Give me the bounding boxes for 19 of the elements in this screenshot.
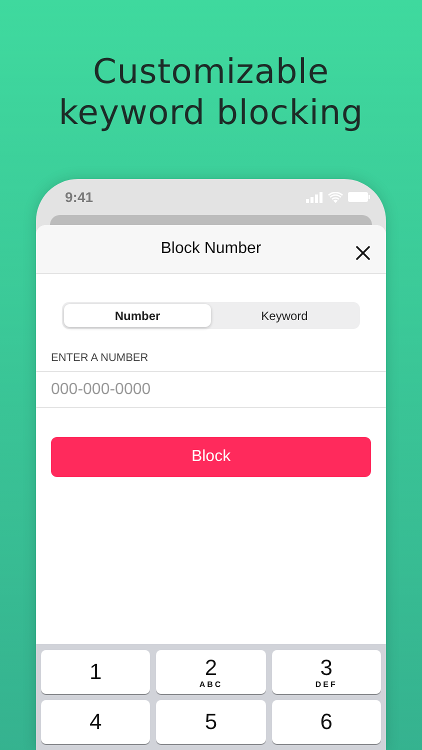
keypad-key[interactable]: 1: [41, 650, 150, 694]
keypad-key[interactable]: 4: [41, 700, 150, 744]
segment-tab[interactable]: Number: [64, 304, 211, 328]
keypad-key[interactable]: 6: [272, 700, 381, 744]
wifi-icon: [328, 192, 343, 202]
headline: keyword blocking: [58, 93, 364, 134]
close-icon[interactable]: [356, 246, 370, 260]
sheet-title: Block Number: [160, 240, 262, 258]
segment-tab[interactable]: Keyword: [211, 304, 358, 328]
signal-icon: [306, 192, 323, 202]
headline: Customizable: [92, 52, 330, 93]
keypad-key[interactable]: 3 DEF: [272, 650, 381, 694]
battery-icon: [348, 192, 370, 202]
block-button[interactable]: Block: [51, 436, 371, 477]
number-field[interactable]: 000-000-0000: [36, 371, 386, 408]
field-label: ENTER A NUMBER: [51, 352, 150, 364]
keypad-key[interactable]: 2 ABC: [156, 650, 266, 694]
status-time: 9:41: [65, 189, 94, 205]
keypad-key[interactable]: 5: [156, 700, 266, 744]
